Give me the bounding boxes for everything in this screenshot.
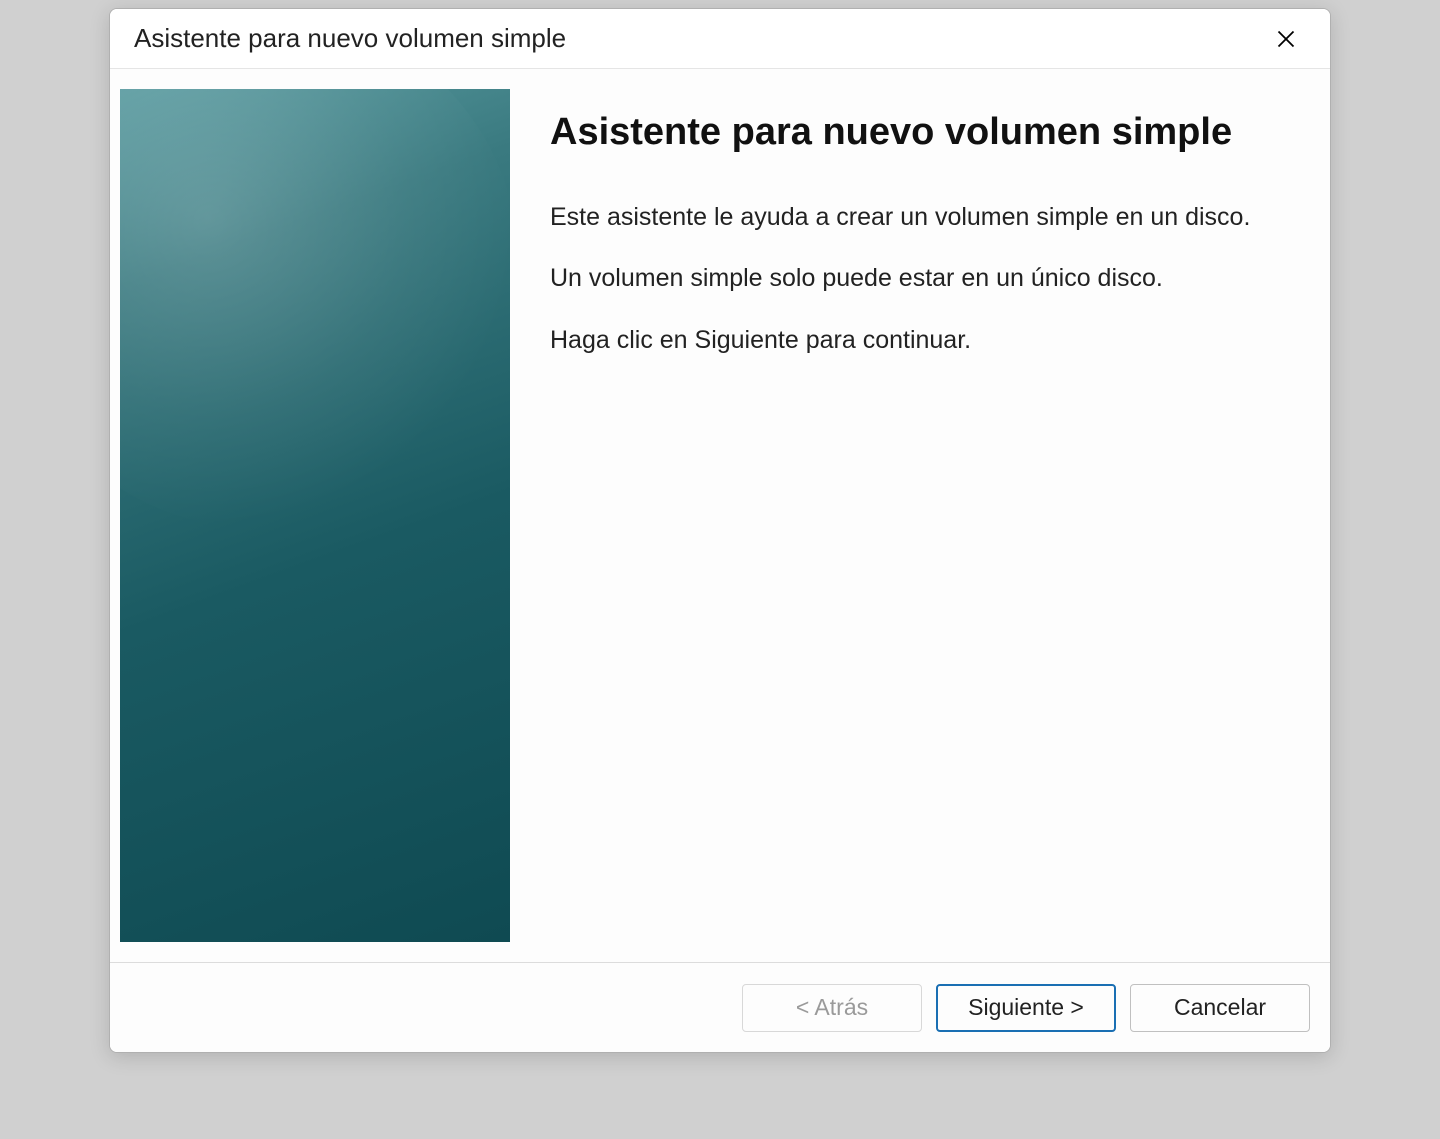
wizard-window: Asistente para nuevo volumen simple Asis… [109, 8, 1331, 1053]
wizard-paragraph-2: Un volumen simple solo puede estar en un… [550, 262, 1274, 296]
close-button[interactable] [1266, 19, 1306, 59]
cancel-button[interactable]: Cancelar [1130, 984, 1310, 1032]
titlebar: Asistente para nuevo volumen simple [110, 9, 1330, 69]
wizard-paragraph-3: Haga clic en Siguiente para continuar. [550, 324, 1274, 358]
wizard-body: Asistente para nuevo volumen simple Este… [110, 69, 1330, 962]
wizard-paragraph-1: Este asistente le ayuda a crear un volum… [550, 201, 1274, 235]
back-button: < Atrás [742, 984, 922, 1032]
wizard-footer: < Atrás Siguiente > Cancelar [110, 962, 1330, 1052]
wizard-content: Asistente para nuevo volumen simple Este… [510, 69, 1330, 962]
wizard-sidebar-graphic [120, 89, 510, 942]
next-button[interactable]: Siguiente > [936, 984, 1116, 1032]
window-title: Asistente para nuevo volumen simple [134, 23, 1266, 54]
wizard-heading: Asistente para nuevo volumen simple [550, 109, 1274, 157]
close-icon [1276, 29, 1296, 49]
